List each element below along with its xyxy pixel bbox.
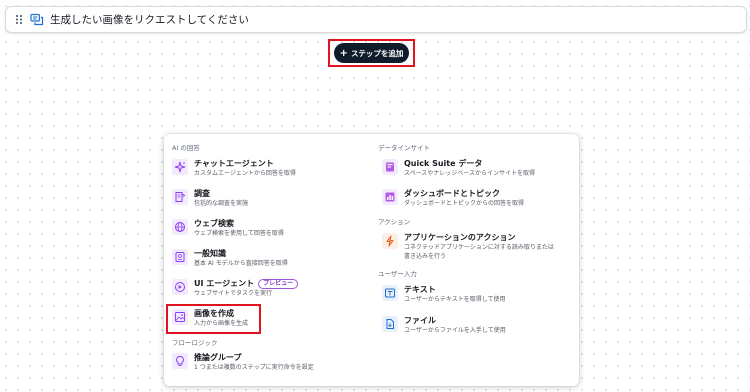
menu-item-label: チャットエージェント	[194, 159, 274, 168]
section-title-actions: アクション	[378, 218, 411, 226]
menu-item-desc-line-2: 書き込みを行う	[404, 252, 447, 260]
section-title-data-insights: データインサイト	[378, 144, 430, 152]
add-step-menu: AI の回答 チャットエージェント カスタムエージェントから回答を取得 調査 包…	[164, 134, 579, 386]
chat-bubble-icon	[30, 13, 44, 27]
research-icon	[172, 189, 188, 205]
menu-item-desc: カスタムエージェントから回答を取得	[194, 170, 296, 177]
lightning-icon	[382, 233, 398, 249]
create-image-highlight	[166, 304, 261, 334]
menu-item-label-text: UI エージェント	[194, 279, 255, 288]
menu-item-desc: ユーザーからファイルを入手して使用	[404, 327, 506, 334]
step-title[interactable]: 生成したい画像をリクエストしてください	[50, 12, 249, 27]
menu-item-label: アプリケーションのアクション	[404, 233, 516, 242]
sparkle-icon	[172, 159, 188, 175]
menu-item-label: テキスト	[404, 285, 436, 294]
add-step-label: ステップを追加	[350, 48, 404, 58]
drag-handle-icon[interactable]	[11, 14, 27, 25]
section-title-user-input: ユーザー入力	[378, 270, 417, 278]
menu-item-desc: ウェブ検索を使用して回答を取得	[194, 230, 284, 237]
lightbulb-icon	[172, 353, 188, 369]
menu-item-desc: 包括的な調査を実施	[194, 200, 249, 207]
data-book-icon	[382, 159, 398, 175]
globe-icon	[172, 219, 188, 235]
menu-item-dashboards-topics[interactable]: ダッシュボードとトピック ダッシュボードとトピックからの回答を取得	[382, 188, 524, 209]
menu-item-reasoning-group[interactable]: 推論グループ 1 つまたは複数のステップに実行命令を設定	[172, 352, 314, 373]
dashboard-icon	[382, 189, 398, 205]
menu-item-label: 推論グループ	[194, 353, 242, 362]
section-title-flow-logic: フローロジック	[172, 339, 218, 347]
menu-item-desc: ダッシュボードとトピックからの回答を取得	[404, 200, 525, 207]
menu-item-desc: ウェブサイトでタスクを実行	[194, 290, 273, 297]
menu-item-chat-agent[interactable]: チャットエージェント カスタムエージェントから回答を取得	[172, 158, 296, 179]
plus-icon: +	[339, 47, 348, 59]
menu-item-application-actions[interactable]: アプリケーションのアクション コネクテッドアプリケーションに対する読み取りまたは…	[382, 232, 554, 261]
add-step-button[interactable]: + ステップを追加	[334, 43, 409, 63]
menu-item-general-knowledge[interactable]: 一般知識 基本 AI モデルから直接回答を取得	[172, 248, 288, 269]
menu-item-label: Quick Suite データ	[404, 159, 483, 168]
menu-item-desc: 1 つまたは複数のステップに実行命令を設定	[194, 364, 314, 371]
menu-item-label: 一般知識	[194, 249, 226, 258]
menu-item-desc: 基本 AI モデルから直接回答を取得	[194, 260, 288, 267]
menu-item-file[interactable]: ファイル ユーザーからファイルを入手して使用	[382, 315, 506, 336]
menu-item-desc: ユーザーからテキストを取得して使用	[404, 296, 506, 303]
ui-agent-icon	[172, 279, 188, 295]
menu-item-label: UI エージェント プレビュー	[194, 278, 299, 289]
menu-item-research[interactable]: 調査 包括的な調査を実施	[172, 188, 248, 209]
text-input-icon	[382, 285, 398, 301]
menu-item-desc: スペースやナレッジベースからインサイトを取得	[404, 170, 535, 177]
menu-item-text[interactable]: テキスト ユーザーからテキストを取得して使用	[382, 284, 506, 305]
menu-item-label: ダッシュボードとトピック	[404, 189, 500, 198]
preview-badge: プレビュー	[258, 278, 299, 289]
file-icon	[382, 316, 398, 332]
section-title-ai-answers: AI の回答	[172, 144, 200, 152]
menu-item-quick-suite-data[interactable]: Quick Suite データ スペースやナレッジベースからインサイトを取得	[382, 158, 535, 179]
knowledge-icon	[172, 249, 188, 265]
menu-item-label: ファイル	[404, 316, 436, 325]
step-card[interactable]: 生成したい画像をリクエストしてください	[5, 6, 747, 33]
menu-item-label: ウェブ検索	[194, 219, 234, 228]
menu-item-desc-line-1: コネクテッドアプリケーションに対する読み取りまたは	[404, 244, 554, 251]
menu-item-ui-agent[interactable]: UI エージェント プレビュー ウェブサイトでタスクを実行	[172, 278, 299, 299]
menu-item-web-search[interactable]: ウェブ検索 ウェブ検索を使用して回答を取得	[172, 218, 284, 239]
menu-item-label: 調査	[194, 189, 210, 198]
